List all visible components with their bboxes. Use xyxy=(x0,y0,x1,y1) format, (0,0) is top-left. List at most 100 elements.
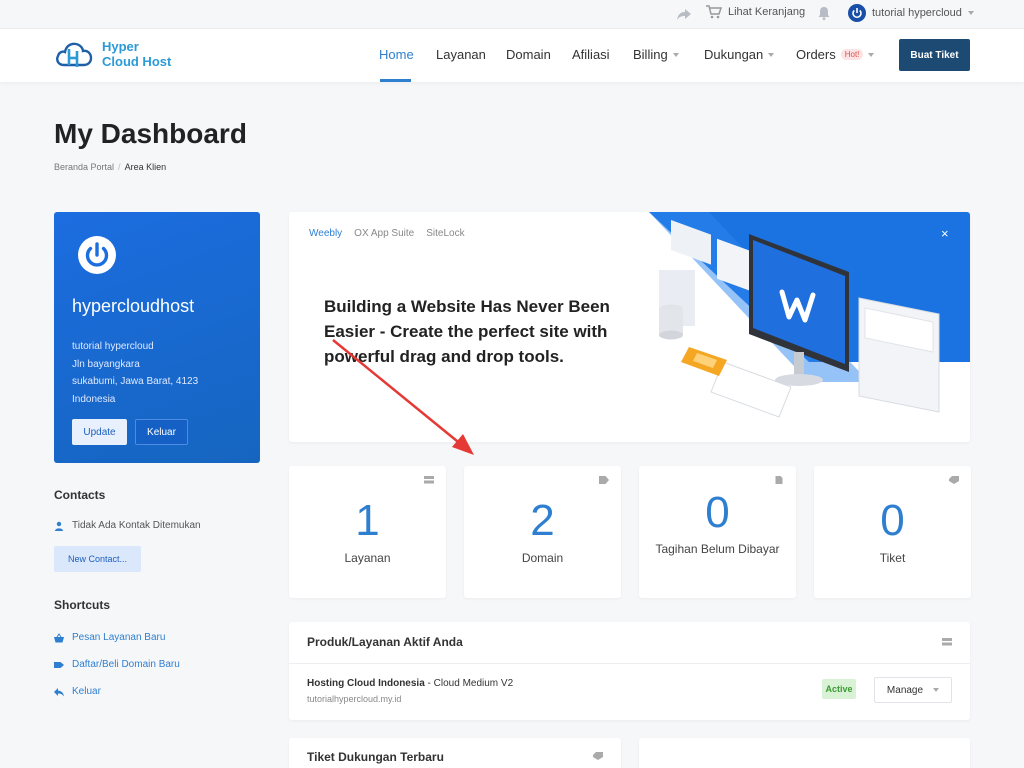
shortcut-label: Keluar xyxy=(72,686,101,697)
nav-domain[interactable]: Domain xyxy=(506,47,551,62)
arrow-left-icon xyxy=(54,687,64,696)
nav-layanan-label: Layanan xyxy=(436,47,486,62)
server-icon xyxy=(942,638,952,646)
nav-home[interactable]: Home xyxy=(379,47,414,62)
logout-button[interactable]: Keluar xyxy=(135,419,188,445)
nav-dukungan[interactable]: Dukungan xyxy=(704,47,775,62)
address-line: sukabumi, Jawa Barat, 4123 xyxy=(72,376,199,387)
client-info-card: hypercloudhost tutorial hypercloud Jln b… xyxy=(54,212,260,463)
brand-line2: Cloud Host xyxy=(102,54,172,69)
nav-orders-label: Orders xyxy=(796,47,836,62)
stat-card-services[interactable]: 1 Layanan xyxy=(289,466,446,598)
breadcrumb-home-link[interactable]: Beranda Portal xyxy=(54,162,114,172)
tag-icon xyxy=(599,476,609,484)
power-icon xyxy=(78,236,116,274)
latest-tickets-panel: Tiket Dukungan Terbaru xyxy=(289,738,621,768)
stat-label: Tagihan Belum Dibayar xyxy=(655,542,780,556)
shortcut-label: Pesan Layanan Baru xyxy=(72,632,166,643)
close-icon[interactable]: × xyxy=(941,226,949,241)
shortcuts-heading: Shortcuts xyxy=(54,598,111,612)
address-line: Indonesia xyxy=(72,393,116,405)
stat-value: 0 xyxy=(880,496,905,545)
product-domain: tutorialhypercloud.my.id xyxy=(307,694,402,704)
tag-icon xyxy=(54,661,64,668)
utility-bar: Lihat Keranjang tutorial hypercloud xyxy=(0,0,1024,28)
contacts-empty-text: Tidak Ada Kontak Ditemukan xyxy=(72,520,201,531)
chevron-down-icon xyxy=(967,11,974,15)
address-line: tutorial hypercloud xyxy=(72,341,154,352)
brand-logo[interactable]: Hyper Cloud Host xyxy=(54,37,171,71)
view-cart-link[interactable]: Lihat Keranjang xyxy=(706,5,805,19)
breadcrumb-separator: / xyxy=(118,162,121,172)
nav-dukungan-label: Dukungan xyxy=(704,47,764,62)
share-icon[interactable] xyxy=(676,6,692,22)
tab-weebly[interactable]: Weebly xyxy=(309,228,342,239)
status-badge: Active xyxy=(822,679,856,699)
promo-headline: Building a Website Has Never Been Easier… xyxy=(324,297,610,366)
nav-billing[interactable]: Billing xyxy=(633,47,679,62)
nav-afiliasi[interactable]: Afiliasi xyxy=(572,47,610,62)
cart-icon xyxy=(706,5,722,19)
panel-heading: Produk/Layanan Aktif Anda xyxy=(307,635,463,649)
create-ticket-button[interactable]: Buat Tiket xyxy=(899,39,970,71)
shortcut-logout[interactable]: Keluar xyxy=(54,686,101,697)
manage-dropdown-button[interactable]: Manage xyxy=(874,677,952,703)
ticket-icon xyxy=(949,476,959,484)
chevron-down-icon xyxy=(868,52,875,57)
page-title: My Dashboard xyxy=(54,118,247,149)
address-line: Jln bayangkara xyxy=(72,358,140,370)
user-avatar-icon xyxy=(848,4,866,22)
client-name: hypercloudhost xyxy=(72,296,195,316)
tab-ox-app-suite[interactable]: OX App Suite xyxy=(354,228,414,239)
shortcut-label: Daftar/Beli Domain Baru xyxy=(72,659,180,670)
cloud-logo-icon xyxy=(56,42,93,67)
product-name: Hosting Cloud Indonesia xyxy=(307,678,425,689)
nav-billing-label: Billing xyxy=(633,47,668,62)
panel-heading: Tiket Dukungan Terbaru xyxy=(307,750,444,764)
shortcut-register-domain[interactable]: Daftar/Beli Domain Baru xyxy=(54,659,180,670)
chevron-down-icon xyxy=(933,688,940,692)
product-title[interactable]: Hosting Cloud Indonesia - Cloud Medium V… xyxy=(307,678,513,689)
bell-icon[interactable] xyxy=(816,5,832,21)
basket-icon xyxy=(54,632,64,642)
nav-domain-label: Domain xyxy=(506,47,551,62)
chevron-down-icon xyxy=(672,52,679,57)
user-icon xyxy=(55,521,63,531)
nav-afiliasi-label: Afiliasi xyxy=(572,47,610,62)
chevron-down-icon xyxy=(768,52,775,57)
active-products-panel: Produk/Layanan Aktif Anda Hosting Cloud … xyxy=(289,622,970,720)
stat-card-tickets[interactable]: 0 Tiket xyxy=(814,466,971,598)
stat-value: 1 xyxy=(355,496,380,545)
active-nav-indicator xyxy=(380,79,411,82)
breadcrumb: Beranda Portal / Area Klien xyxy=(54,162,166,172)
stat-label: Domain xyxy=(521,551,564,565)
stat-value: 0 xyxy=(705,488,730,537)
stat-card-unpaid-invoices[interactable]: 0 Tagihan Belum Dibayar xyxy=(639,466,796,598)
brand-line1: Hyper xyxy=(102,39,139,54)
shortcut-order-service[interactable]: Pesan Layanan Baru xyxy=(54,632,165,643)
user-menu-label: tutorial hypercloud xyxy=(872,7,962,19)
update-button[interactable]: Update xyxy=(72,419,127,445)
ticket-icon xyxy=(593,752,603,760)
new-contact-button[interactable]: New Contact... xyxy=(54,546,141,572)
manage-label: Manage xyxy=(886,684,924,696)
stat-value: 2 xyxy=(530,496,555,545)
stat-label: Layanan xyxy=(344,551,391,565)
website-builder-illustration xyxy=(649,212,970,418)
server-icon xyxy=(424,476,434,484)
nav-layanan[interactable]: Layanan xyxy=(436,47,486,62)
brand-name: Hyper Cloud Host xyxy=(102,39,171,69)
user-menu[interactable]: tutorial hypercloud xyxy=(848,4,974,22)
document-icon xyxy=(775,476,783,484)
stat-card-domains[interactable]: 2 Domain xyxy=(464,466,621,598)
cart-label: Lihat Keranjang xyxy=(728,6,806,18)
nav-orders[interactable]: Orders Hot! xyxy=(796,47,875,62)
secondary-panel xyxy=(639,738,970,768)
stat-label: Tiket xyxy=(879,551,906,565)
tab-sitelock[interactable]: SiteLock xyxy=(426,228,464,239)
divider xyxy=(289,663,970,664)
promo-banner: Weebly OX App Suite SiteLock Building a … xyxy=(289,212,970,442)
promo-tabs: Weebly OX App Suite SiteLock xyxy=(309,228,465,239)
product-plan: - Cloud Medium V2 xyxy=(424,678,514,689)
contacts-empty-message: Tidak Ada Kontak Ditemukan xyxy=(54,520,201,531)
